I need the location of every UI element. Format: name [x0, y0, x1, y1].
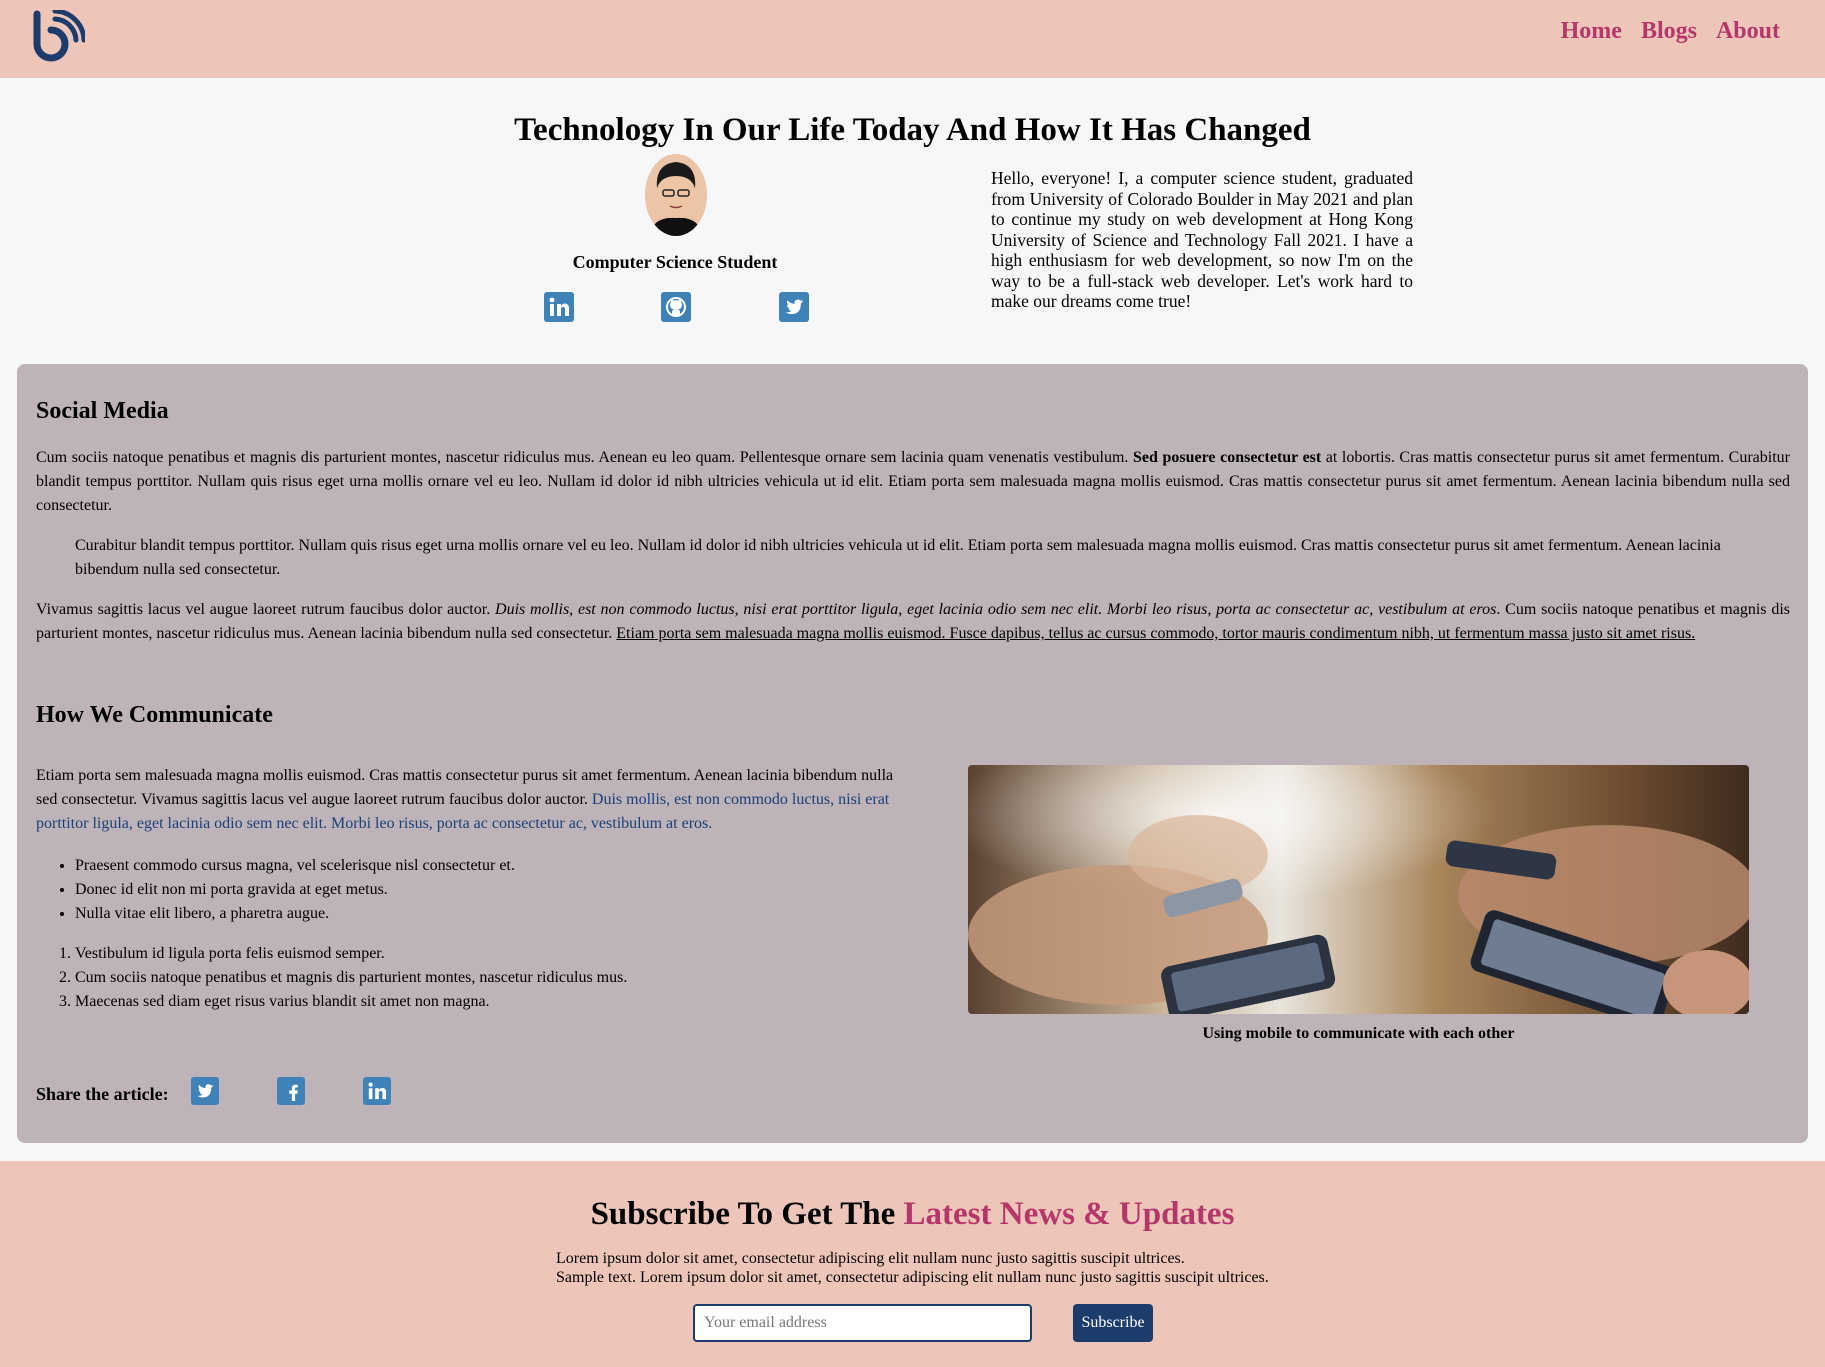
communication-photo [968, 765, 1749, 1014]
section-heading-social-media: Social Media [36, 398, 169, 424]
subscribe-line-1: Lorem ipsum dolor sit amet, consectetur … [556, 1250, 1185, 1267]
communicate-text-column: Etiam porta sem malesuada magna mollis e… [36, 764, 916, 836]
italic-text: Duis mollis, est non commodo luctus, nis… [495, 601, 1497, 618]
author-role: Computer Science Student [572, 252, 778, 272]
blockquote: Curabitur blandit tempus porttitor. Null… [75, 534, 1750, 582]
linkedin-icon[interactable] [544, 292, 574, 322]
subscribe-title-plain: Subscribe To Get The [590, 1196, 904, 1232]
paragraph-text: Cum sociis natoque penatibus et magnis d… [36, 449, 1133, 466]
subscribe-title: Subscribe To Get The Latest News & Updat… [0, 1196, 1825, 1233]
article-card: Social Media Cum sociis natoque penatibu… [17, 364, 1808, 1143]
numbered-list: Vestibulum id ligula porta felis euismod… [75, 942, 627, 1014]
blockquote-text: Curabitur blandit tempus porttitor. Null… [75, 537, 1721, 578]
subscribe-description: Lorem ipsum dolor sit amet, consectetur … [556, 1249, 1269, 1287]
share-label: Share the article: [36, 1084, 169, 1104]
site-header: Home Blogs About [0, 0, 1825, 78]
email-input[interactable] [693, 1304, 1032, 1342]
bullet-list: Praesent commodo cursus magna, vel scele… [75, 854, 515, 926]
github-icon[interactable] [661, 292, 691, 322]
communicate-intro: Etiam porta sem malesuada magna mollis e… [36, 764, 916, 836]
subscribe-title-accent: Latest News & Updates [903, 1196, 1235, 1232]
list-item: Maecenas sed diam eget risus varius blan… [75, 990, 627, 1014]
list-item: Donec id elit non mi porta gravida at eg… [75, 878, 515, 902]
social-media-paragraph-1: Cum sociis natoque penatibus et magnis d… [36, 446, 1790, 518]
page-title: Technology In Our Life Today And How It … [514, 112, 1311, 148]
list-item: Cum sociis natoque penatibus et magnis d… [75, 966, 627, 990]
twitter-icon[interactable] [191, 1077, 219, 1105]
nav-home-link[interactable]: Home [1561, 18, 1622, 45]
section-heading-communicate: How We Communicate [36, 702, 273, 728]
author-avatar [645, 154, 707, 236]
subscribe-section: Subscribe To Get The Latest News & Updat… [0, 1161, 1825, 1367]
main-nav: Home Blogs About [1561, 18, 1780, 45]
list-item: Nulla vitae elit libero, a pharetra augu… [75, 902, 515, 926]
facebook-icon[interactable] [277, 1077, 305, 1105]
twitter-icon[interactable] [779, 292, 809, 322]
list-item: Vestibulum id ligula porta felis euismod… [75, 942, 627, 966]
nav-blogs-link[interactable]: Blogs [1641, 18, 1697, 45]
linkedin-icon[interactable] [363, 1077, 391, 1105]
bold-text: Sed posuere consectetur est [1133, 449, 1322, 466]
author-bio: Hello, everyone! I, a computer science s… [991, 168, 1413, 311]
photo-caption: Using mobile to communicate with each ot… [1202, 1025, 1515, 1042]
list-item: Praesent commodo cursus magna, vel scele… [75, 854, 515, 878]
nav-about-link[interactable]: About [1716, 18, 1780, 45]
paragraph-text: Vivamus sagittis lacus vel augue laoreet… [36, 601, 496, 618]
underlined-text: Etiam porta sem malesuada magna mollis e… [616, 625, 1696, 642]
subscribe-line-2: Sample text. Lorem ipsum dolor sit amet,… [556, 1269, 1269, 1286]
blog-logo-icon[interactable] [33, 10, 85, 62]
subscribe-button[interactable]: Subscribe [1073, 1304, 1153, 1342]
social-media-paragraph-2: Vivamus sagittis lacus vel augue laoreet… [36, 598, 1790, 646]
